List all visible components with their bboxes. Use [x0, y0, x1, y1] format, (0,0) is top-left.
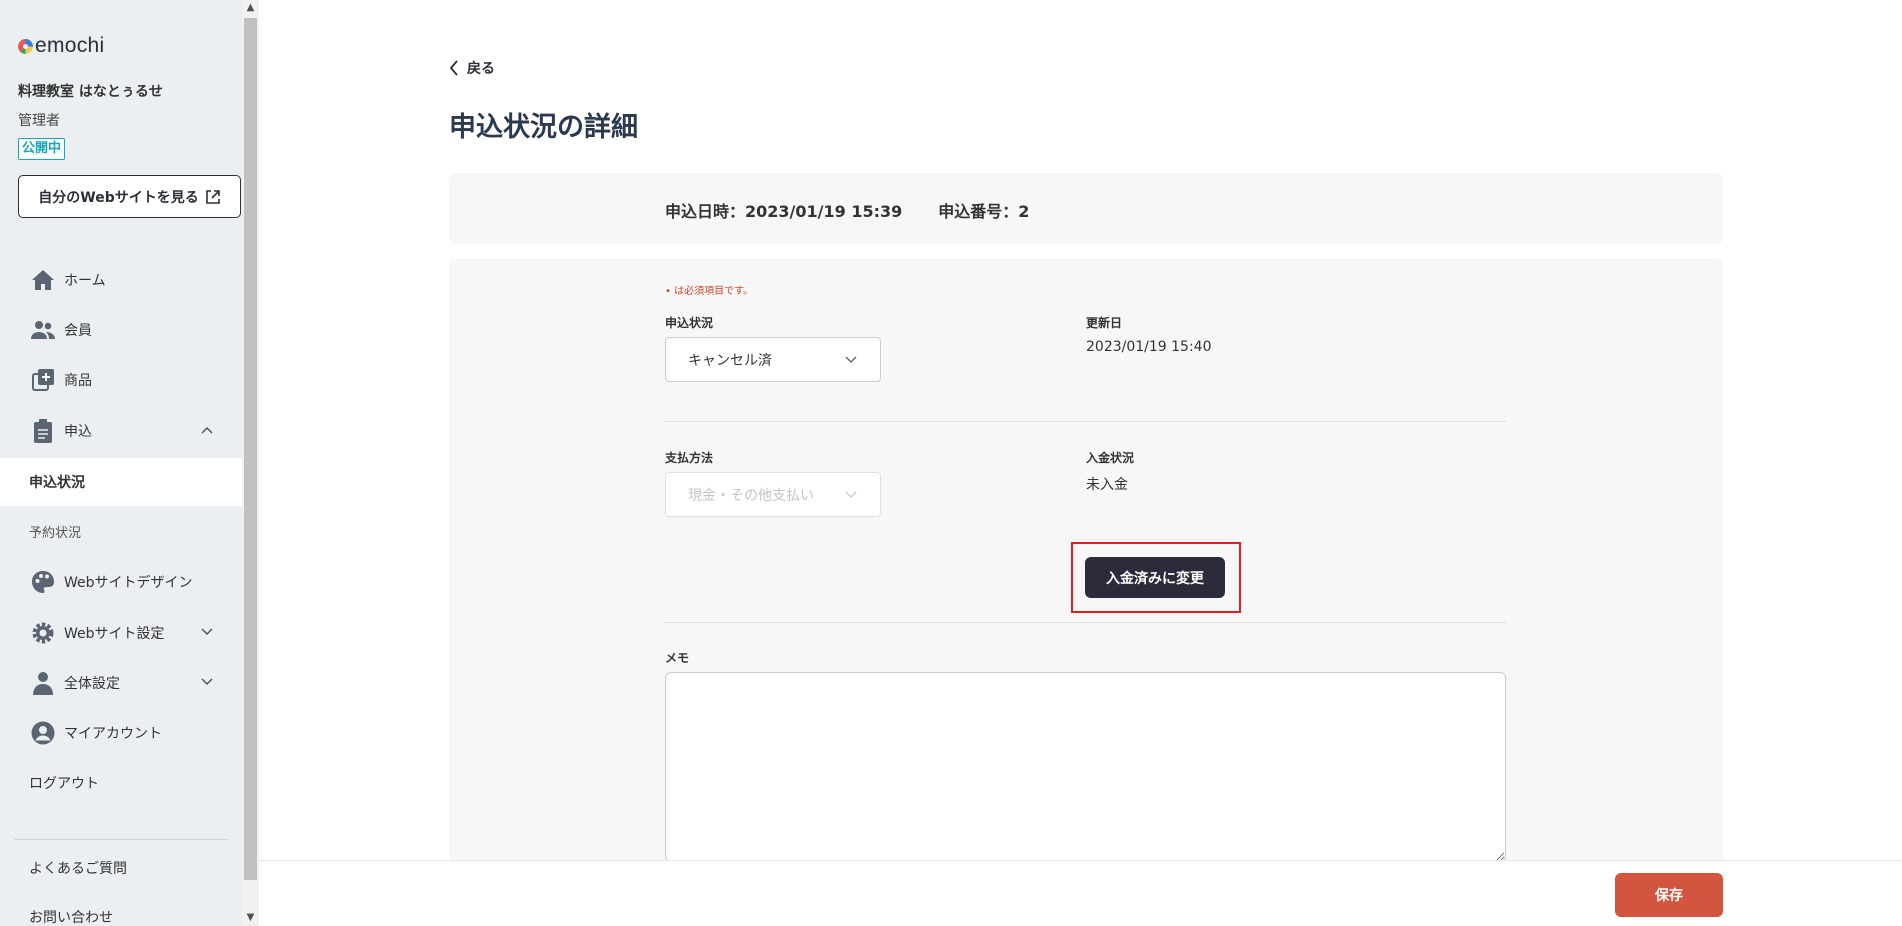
- memo-label: メモ: [665, 651, 690, 665]
- sidebar-item-faq[interactable]: よくあるご質問: [0, 845, 242, 891]
- application-info-card: 申込日時：2023/01/19 15:39 申込番号：2: [449, 173, 1723, 244]
- chevron-left-icon: [449, 60, 458, 76]
- payment-status-label: 入金状況: [1086, 451, 1135, 465]
- sidebar-item-label: よくあるご質問: [29, 861, 127, 877]
- sidebar-item-website-settings[interactable]: Webサイト設定: [0, 610, 242, 656]
- sidebar-item-label: 予約状況: [29, 525, 82, 541]
- payment-method-value: 現金・その他支払い: [688, 487, 814, 504]
- back-link[interactable]: 戻る: [449, 58, 495, 78]
- view-site-button[interactable]: 自分のWebサイトを見る: [18, 175, 241, 218]
- logo-text: emochi: [35, 34, 105, 57]
- required-note: • は必須項目です。: [665, 286, 754, 297]
- sidebar-item-contact[interactable]: お問い合わせ: [0, 894, 242, 926]
- sidebar-item-members[interactable]: 会員: [0, 307, 242, 353]
- sidebar: emochi 料理教室 はなとぅるせ 管理者 公開中 自分のWebサイトを見る …: [0, 0, 242, 926]
- payment-status-value: 未入金: [1086, 477, 1128, 493]
- sidebar-item-logout[interactable]: ログアウト: [0, 760, 242, 806]
- section-divider: [665, 421, 1506, 422]
- chevron-down-icon: [201, 628, 213, 636]
- sidebar-item-website-design[interactable]: Webサイトデザイン: [0, 559, 242, 605]
- sidebar-item-application-status[interactable]: 申込状況: [0, 458, 242, 506]
- sidebar-item-global-settings[interactable]: 全体設定: [0, 660, 242, 706]
- clipboard-icon: [30, 418, 56, 444]
- scrollbar-thumb[interactable]: [244, 18, 257, 880]
- sidebar-divider: [14, 839, 228, 840]
- chevron-down-icon: [201, 678, 213, 686]
- page-title: 申込状況の詳細: [449, 112, 638, 143]
- emochi-logo-icon: [18, 38, 33, 54]
- sidebar-item-label: 全体設定: [64, 676, 120, 692]
- account-circle-icon: [30, 720, 56, 746]
- sidebar-item-label: Webサイト設定: [64, 626, 165, 642]
- home-icon: [30, 267, 56, 293]
- user-role: 管理者: [18, 113, 60, 129]
- sidebar-item-label: Webサイトデザイン: [64, 575, 193, 591]
- chevron-down-icon: [845, 491, 857, 498]
- updated-label: 更新日: [1086, 316, 1123, 330]
- scroll-down-arrow-icon[interactable]: ▼: [242, 910, 259, 926]
- save-button[interactable]: 保存: [1615, 873, 1723, 917]
- scroll-up-arrow-icon[interactable]: ▲: [242, 0, 259, 16]
- org-name: 料理教室 はなとぅるせ: [18, 84, 163, 100]
- payment-method-label: 支払方法: [665, 451, 714, 465]
- mark-paid-button[interactable]: 入金済みに変更: [1085, 557, 1225, 598]
- memo-textarea[interactable]: [665, 672, 1506, 862]
- sidebar-item-label: ログアウト: [29, 776, 99, 792]
- back-label: 戻る: [467, 61, 495, 77]
- status-label: 申込状況: [665, 316, 714, 330]
- application-number: 申込番号：2: [938, 202, 1030, 221]
- users-icon: [30, 317, 56, 343]
- sidebar-item-label: 商品: [64, 373, 92, 389]
- status-badge: 公開中: [18, 138, 66, 160]
- sidebar-item-reservation-status[interactable]: 予約状況: [0, 508, 242, 554]
- gear-icon: [30, 620, 56, 646]
- person-icon: [30, 670, 56, 696]
- view-site-label: 自分のWebサイトを見る: [38, 189, 199, 206]
- sidebar-item-products[interactable]: 商品: [0, 357, 242, 403]
- external-link-icon: [205, 189, 220, 204]
- sidebar-item-label: ホーム: [64, 273, 106, 289]
- main-content: 戻る 申込状況の詳細 申込日時：2023/01/19 15:39 申込番号：2 …: [259, 0, 1902, 926]
- status-select[interactable]: キャンセル済: [665, 337, 881, 382]
- sidebar-scrollbar[interactable]: ▲ ▼: [242, 0, 259, 926]
- sidebar-item-label: お問い合わせ: [29, 910, 113, 926]
- sidebar-item-label: 申込状況: [29, 475, 85, 491]
- chevron-up-icon: [201, 426, 213, 434]
- logo[interactable]: emochi: [18, 34, 105, 58]
- status-select-value: キャンセル済: [688, 352, 772, 369]
- palette-icon: [30, 569, 56, 595]
- sidebar-item-label: マイアカウント: [64, 726, 162, 742]
- sidebar-item-label: 申込: [64, 424, 92, 440]
- sidebar-item-my-account[interactable]: マイアカウント: [0, 710, 242, 756]
- footer-action-bar: 保存: [259, 860, 1902, 926]
- sidebar-item-applications[interactable]: 申込: [0, 408, 242, 454]
- updated-value: 2023/01/19 15:40: [1086, 339, 1212, 355]
- applied-datetime: 申込日時：2023/01/19 15:39: [665, 202, 903, 221]
- chevron-down-icon: [845, 356, 857, 363]
- section-divider: [665, 622, 1506, 623]
- add-product-icon: [30, 367, 56, 393]
- application-form-card: • は必須項目です。 申込状況 キャンセル済 更新日 2023/01/19 15…: [449, 259, 1723, 926]
- payment-method-select: 現金・その他支払い: [665, 472, 881, 517]
- sidebar-item-label: 会員: [64, 323, 92, 339]
- sidebar-item-home[interactable]: ホーム: [0, 257, 242, 303]
